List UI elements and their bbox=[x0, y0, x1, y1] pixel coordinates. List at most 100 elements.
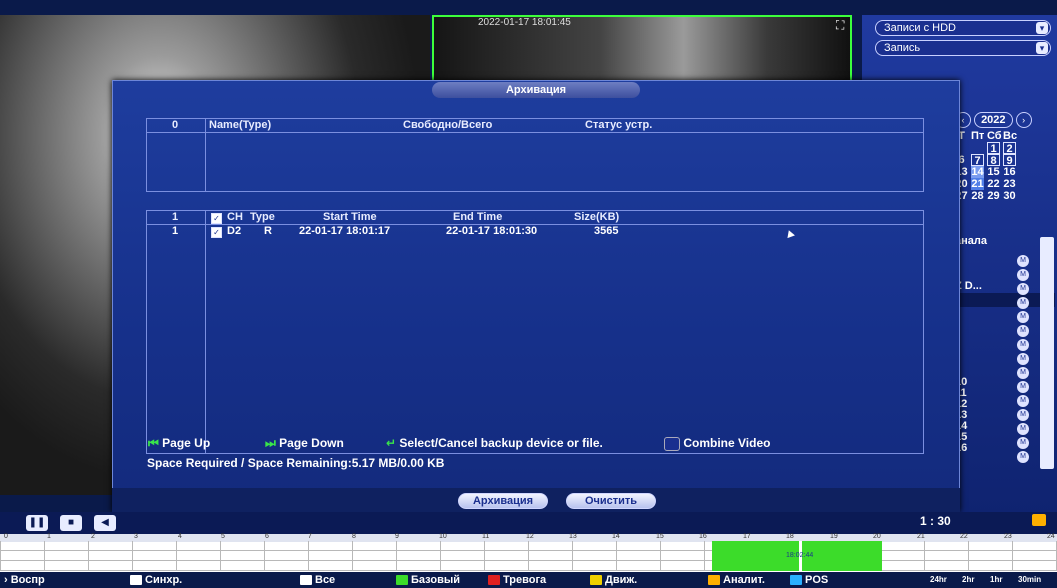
playback-text: Воспр bbox=[10, 574, 45, 586]
calendar-day[interactable]: 1 bbox=[987, 142, 1000, 155]
channel-mode-button[interactable]: M bbox=[1017, 367, 1029, 379]
calendar-nav: ‹ 2022 › bbox=[955, 112, 1032, 128]
pos-filter[interactable]: POS bbox=[790, 574, 828, 586]
checkbox-icon bbox=[790, 575, 802, 586]
motion-filter[interactable]: Движ. bbox=[590, 574, 637, 586]
timeline-hour-label: 23 bbox=[1004, 533, 1012, 540]
timeline-hour-label: 16 bbox=[699, 533, 707, 540]
pos-label: POS bbox=[805, 574, 829, 586]
chevron-down-icon: ▾ bbox=[1036, 22, 1048, 34]
zoom-24hr[interactable]: 24hr bbox=[930, 575, 947, 584]
combine-video-option[interactable]: Combine Video bbox=[664, 436, 770, 451]
channel-mode-button[interactable]: M bbox=[1017, 409, 1029, 421]
zoom-2hr[interactable]: 2hr bbox=[962, 575, 974, 584]
channel-mode-button[interactable]: M bbox=[1017, 395, 1029, 407]
next-year-icon[interactable]: › bbox=[1015, 112, 1032, 128]
record-type-value: Запись bbox=[884, 42, 921, 54]
calendar-day[interactable]: 9 bbox=[1003, 154, 1016, 167]
alarm-filter[interactable]: Тревога bbox=[488, 574, 546, 586]
backup-icon[interactable] bbox=[1032, 514, 1046, 526]
select-hint: ↵ Select/Cancel backup device or file. bbox=[386, 436, 603, 450]
playback-label[interactable]: › Воспр bbox=[4, 574, 45, 586]
channel-mode-button[interactable]: M bbox=[1017, 311, 1029, 323]
clear-button[interactable]: Очистить bbox=[566, 493, 656, 509]
all-filter[interactable]: Все bbox=[300, 574, 335, 586]
page-up-label: Page Up bbox=[162, 436, 211, 450]
page-down-icon: ⏭ bbox=[265, 436, 276, 450]
channel-mode-button[interactable]: M bbox=[1017, 437, 1029, 449]
motion-label: Движ. bbox=[605, 574, 638, 586]
timeline-hour-label: 14 bbox=[612, 533, 620, 540]
timeline-hour-label: 11 bbox=[482, 533, 490, 540]
sync-checkbox[interactable]: Синхр. bbox=[130, 574, 182, 586]
zoom-1hr[interactable]: 1hr bbox=[990, 575, 1002, 584]
calendar: Т Пт Сб Вс 1 2 6 7 8 9 13 14 15 16 20 21… bbox=[955, 130, 1017, 202]
source-select[interactable]: Записи с HDD ▾ bbox=[875, 20, 1051, 36]
devices-count-header: 0 bbox=[172, 119, 179, 131]
page-up-hint[interactable]: ⏮ Page Up bbox=[148, 436, 210, 451]
backup-button[interactable]: Архивация bbox=[458, 493, 548, 509]
zoom-30min[interactable]: 30min bbox=[1018, 575, 1041, 584]
calendar-day[interactable]: 30 bbox=[1003, 190, 1016, 202]
calendar-day[interactable]: 28 bbox=[971, 190, 984, 202]
files-count-header: 1 bbox=[172, 211, 179, 223]
calendar-day[interactable]: 29 bbox=[987, 190, 1000, 202]
calendar-day[interactable]: 23 bbox=[1003, 178, 1016, 190]
timeline-hour-label: 3 bbox=[134, 533, 138, 540]
checkbox-icon bbox=[396, 575, 408, 586]
channel-mode-button[interactable]: M bbox=[1017, 381, 1029, 393]
timeline-hour-label: 17 bbox=[743, 533, 751, 540]
weekday: Сб bbox=[987, 130, 1002, 142]
select-hint-label: Select/Cancel backup device or file. bbox=[399, 436, 603, 450]
channel-list-scrollbar[interactable] bbox=[1040, 237, 1054, 469]
calendar-day[interactable] bbox=[971, 142, 984, 154]
channel-mode-button[interactable]: M bbox=[1017, 325, 1029, 337]
playback-time-value: : 30 bbox=[930, 514, 951, 528]
channel-mode-button[interactable]: M bbox=[1017, 451, 1029, 463]
file-row-start: 22-01-17 18:01:17 bbox=[299, 225, 391, 237]
combine-video-checkbox[interactable] bbox=[664, 436, 680, 451]
weekday: Пт bbox=[971, 130, 985, 142]
basic-filter[interactable]: Базовый bbox=[396, 574, 460, 586]
calendar-day[interactable]: 16 bbox=[1003, 166, 1016, 178]
select-all-checkbox[interactable]: ✓ bbox=[211, 213, 222, 224]
file-row-checkbox[interactable]: ✓ bbox=[211, 227, 222, 238]
timeline-hour-label: 10 bbox=[439, 533, 447, 540]
calendar-day[interactable]: 14 bbox=[971, 166, 984, 178]
calendar-day[interactable]: 22 bbox=[987, 178, 1000, 190]
stop-icon[interactable]: ■ bbox=[60, 515, 82, 531]
page-up-icon: ⏮ bbox=[148, 436, 159, 450]
record-type-select[interactable]: Запись ▾ bbox=[875, 40, 1051, 56]
pause-icon[interactable]: ❚❚ bbox=[26, 515, 48, 531]
channel-mode-button[interactable]: M bbox=[1017, 297, 1029, 309]
channel-mode-button[interactable]: M bbox=[1017, 255, 1029, 267]
timeline-hour-label: 21 bbox=[917, 533, 925, 540]
page-down-hint[interactable]: ⏭ Page Down bbox=[265, 436, 344, 451]
timeline-hour-label: 15 bbox=[656, 533, 664, 540]
calendar-day[interactable]: 7 bbox=[971, 154, 984, 167]
space-info: Space Required / Space Remaining:5.17 MB… bbox=[147, 456, 445, 470]
calendar-day[interactable]: 2 bbox=[1003, 142, 1016, 155]
play-backward-icon[interactable]: ◀ bbox=[94, 515, 116, 531]
page-down-label: Page Down bbox=[279, 436, 344, 450]
checkbox-icon bbox=[300, 575, 312, 586]
record-time: 18:02:44 bbox=[786, 552, 814, 559]
chevron-down-icon: ▾ bbox=[1036, 42, 1048, 54]
checkbox-icon bbox=[590, 575, 602, 586]
file-row-end: 22-01-17 18:01:30 bbox=[446, 225, 538, 237]
channel-mode-button[interactable]: M bbox=[1017, 353, 1029, 365]
calendar-day[interactable]: 15 bbox=[987, 166, 1000, 178]
basic-label: Базовый bbox=[411, 574, 460, 586]
end-time-header: End Time bbox=[453, 211, 503, 223]
name-type-header: Name(Type) bbox=[209, 119, 272, 131]
calendar-day[interactable]: 8 bbox=[987, 154, 1000, 167]
channel-mode-button[interactable]: M bbox=[1017, 283, 1029, 295]
calendar-day-selected[interactable]: 21 bbox=[971, 178, 984, 190]
channel-mode-button[interactable]: M bbox=[1017, 423, 1029, 435]
timeline-hour-label: 5 bbox=[221, 533, 225, 540]
all-label: Все bbox=[315, 574, 336, 586]
analytics-filter[interactable]: Аналит. bbox=[708, 574, 765, 586]
channel-mode-button[interactable]: M bbox=[1017, 339, 1029, 351]
channel-mode-button[interactable]: M bbox=[1017, 269, 1029, 281]
fullscreen-icon[interactable]: ⛶ bbox=[836, 18, 850, 32]
